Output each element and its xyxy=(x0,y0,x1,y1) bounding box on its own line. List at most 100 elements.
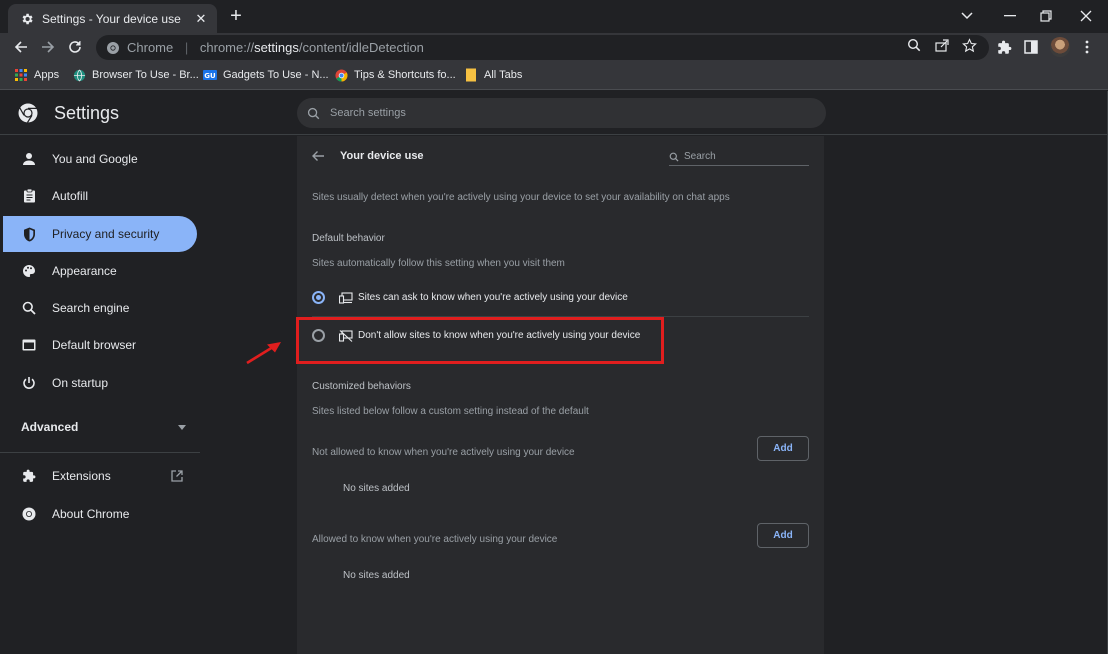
settings-sidebar: You and Google Autofill Privacy and secu… xyxy=(0,136,200,654)
open-in-new-icon xyxy=(171,470,183,482)
bookmark-browser-to-use[interactable]: Browser To Use - Br... xyxy=(72,68,199,82)
close-window-icon[interactable] xyxy=(1076,6,1096,26)
device-use-card: Your device use Sites usually detect whe… xyxy=(297,136,824,654)
sidebar-item-you-and-google[interactable]: You and Google xyxy=(0,141,194,177)
profile-avatar[interactable] xyxy=(1050,37,1070,57)
chrome-logo-icon xyxy=(21,506,37,522)
highlight-box xyxy=(296,317,664,364)
chrome-logo-icon xyxy=(334,68,348,82)
sidebar-item-extensions[interactable]: Extensions xyxy=(0,458,200,494)
sidebar-item-appearance[interactable]: Appearance xyxy=(0,253,194,289)
browser-tab[interactable]: Settings - Your device use ✕ xyxy=(8,4,217,33)
sidebar-item-search-engine[interactable]: Search engine xyxy=(0,290,194,326)
not-allowed-label: Not allowed to know when you're actively… xyxy=(312,447,575,458)
power-icon xyxy=(21,375,37,391)
share-icon[interactable] xyxy=(934,37,950,53)
sidebar-item-label: You and Google xyxy=(52,152,138,166)
chrome-logo-icon xyxy=(18,103,38,123)
sidebar-item-privacy-and-security[interactable]: Privacy and security xyxy=(3,216,197,252)
advanced-label: Advanced xyxy=(21,420,79,434)
bookmark-apps[interactable]: Apps xyxy=(14,68,59,82)
radio-button-selected[interactable] xyxy=(312,291,325,304)
add-not-allowed-button[interactable]: Add xyxy=(757,436,809,461)
sidebar-item-label: Privacy and security xyxy=(52,227,160,241)
sidebar-item-label: Search engine xyxy=(52,301,130,315)
clipboard-icon xyxy=(21,188,37,204)
bookmark-label: Browser To Use - Br... xyxy=(92,69,199,81)
option-label: Sites can ask to know when you're active… xyxy=(358,292,628,303)
default-behavior-heading: Default behavior xyxy=(312,233,385,244)
sidebar-item-default-browser[interactable]: Default browser xyxy=(0,327,194,363)
bookmark-all-tabs[interactable]: All Tabs xyxy=(464,68,522,82)
settings-search-input[interactable] xyxy=(330,107,730,119)
card-search-input[interactable] xyxy=(684,151,794,162)
person-icon xyxy=(21,151,37,167)
new-tab-button[interactable]: + xyxy=(227,6,245,26)
red-arrow-icon xyxy=(246,342,281,365)
bookmark-label: Apps xyxy=(34,69,60,81)
browser-window-icon xyxy=(21,337,37,353)
bookmark-label: Tips & Shortcuts fo... xyxy=(354,69,456,81)
shield-icon xyxy=(21,226,37,242)
caret-down-icon xyxy=(178,424,186,430)
forward-arrow-icon[interactable] xyxy=(38,37,58,57)
add-allowed-button[interactable]: Add xyxy=(757,523,809,548)
bookmark-tips-shortcuts[interactable]: Tips & Shortcuts fo... xyxy=(334,68,456,82)
settings-header: Settings xyxy=(0,91,1108,135)
url-path: /content/idleDetection xyxy=(298,40,424,55)
tab-search-chevron-icon[interactable] xyxy=(957,6,977,26)
no-sites-not-allowed: No sites added xyxy=(343,483,410,494)
chrome-logo-icon xyxy=(106,41,120,55)
settings-search-bar[interactable] xyxy=(297,98,826,128)
sidebar-item-label: Appearance xyxy=(52,264,117,278)
sidebar-item-label: Extensions xyxy=(52,469,111,483)
bookmark-gadgets-to-use[interactable]: GU Gadgets To Use - N... xyxy=(203,68,329,82)
customized-behaviors-subtitle: Sites listed below follow a custom setti… xyxy=(312,406,589,417)
page-title: Your device use xyxy=(340,150,424,162)
close-tab-icon[interactable]: ✕ xyxy=(193,11,209,27)
sidebar-item-label: About Chrome xyxy=(52,507,130,521)
sidebar-item-on-startup[interactable]: On startup xyxy=(0,365,194,401)
folder-icon xyxy=(464,68,478,82)
sidebar-item-label: On startup xyxy=(52,376,109,390)
allowed-label: Allowed to know when you're actively usi… xyxy=(312,534,558,545)
tab-title: Settings - Your device use xyxy=(42,11,181,26)
sidebar-item-about-chrome[interactable]: About Chrome xyxy=(0,496,194,532)
svg-text:GU: GU xyxy=(204,72,216,80)
address-bar[interactable]: Chrome | chrome://settings/content/idleD… xyxy=(96,35,989,60)
default-behavior-subtitle: Sites automatically follow this setting … xyxy=(312,258,565,269)
page-description: Sites usually detect when you're activel… xyxy=(312,192,730,203)
gtu-logo-icon: GU xyxy=(203,68,217,82)
title-bar: Settings - Your device use ✕ + xyxy=(0,0,1108,33)
apps-grid-icon xyxy=(14,68,28,82)
bookmarks-bar: Apps Browser To Use - Br... GU Gadgets T… xyxy=(0,62,1108,90)
device-icon xyxy=(339,291,353,304)
sidebar-divider xyxy=(0,452,200,453)
sidebar-item-label: Autofill xyxy=(52,189,89,203)
back-arrow-icon[interactable] xyxy=(311,149,327,165)
minimize-icon[interactable] xyxy=(1000,6,1020,26)
sidebar-item-autofill[interactable]: Autofill xyxy=(0,178,194,214)
sidebar-item-label: Default browser xyxy=(52,338,137,352)
omnibox-prefix: Chrome xyxy=(127,40,174,55)
kebab-menu-icon[interactable] xyxy=(1078,38,1096,56)
restore-icon[interactable] xyxy=(1036,6,1056,26)
side-panel-icon[interactable] xyxy=(1022,38,1040,56)
url-scheme: chrome:// xyxy=(199,40,255,55)
bookmark-star-icon[interactable] xyxy=(961,37,977,53)
bookmark-label: Gadgets To Use - N... xyxy=(223,69,329,81)
extensions-puzzle-icon[interactable] xyxy=(995,38,1013,56)
sidebar-advanced-toggle[interactable]: Advanced xyxy=(21,420,186,434)
no-sites-allowed: No sites added xyxy=(343,570,410,581)
search-icon xyxy=(669,152,679,162)
search-icon xyxy=(307,107,320,120)
search-icon xyxy=(21,300,37,316)
back-arrow-icon[interactable] xyxy=(11,37,31,57)
settings-title: Settings xyxy=(54,103,120,123)
zoom-icon[interactable] xyxy=(906,37,922,53)
customized-behaviors-heading: Customized behaviors xyxy=(312,381,411,392)
option-allow-ask[interactable]: Sites can ask to know when you're active… xyxy=(312,291,628,304)
gear-icon xyxy=(20,12,34,26)
reload-icon[interactable] xyxy=(65,37,85,57)
card-search-bar[interactable] xyxy=(669,148,809,166)
